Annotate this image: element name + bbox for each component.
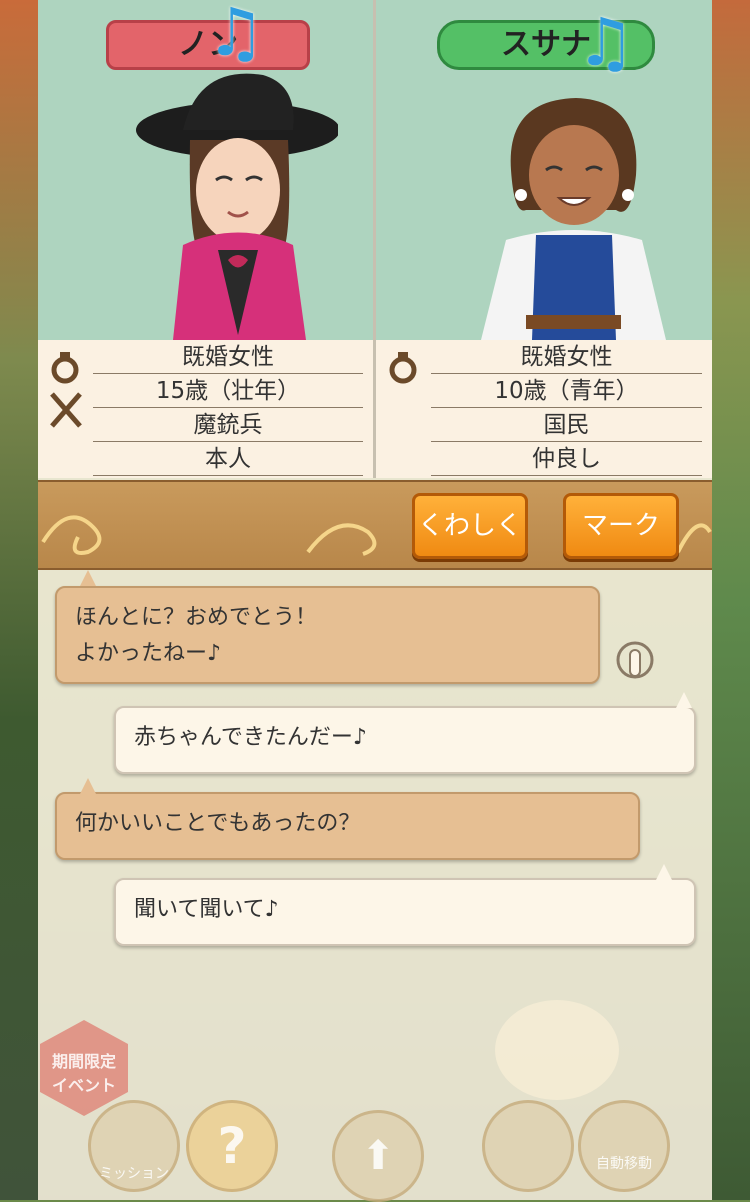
portrait-left: ノン ♫ — [38, 0, 373, 340]
info-table-right: 既婚女性 10歳（青年） 国民 仲良し — [376, 340, 712, 478]
tap-hand-icon[interactable] — [615, 640, 657, 684]
character-susana-figure — [481, 98, 666, 340]
info-age: 15歳（壮年） — [93, 374, 363, 408]
stained-glass-right — [712, 0, 750, 1200]
event-label-1: 期間限定 — [51, 1052, 116, 1071]
info-job: 国民 — [431, 408, 702, 442]
info-relation: 本人 — [93, 442, 363, 476]
portrait-right: スサナ ♫ — [376, 0, 712, 340]
help-icon: ? — [217, 1117, 247, 1175]
info-status: 既婚女性 — [431, 340, 702, 374]
ring-icon — [389, 352, 417, 384]
ring-icon — [51, 352, 79, 384]
event-label-2: イベント — [51, 1076, 116, 1095]
music-note-icon: ♫ — [206, 0, 266, 71]
help-button[interactable]: ? — [186, 1100, 278, 1192]
mission-button[interactable]: ミッション — [88, 1100, 180, 1192]
stained-glass-left — [0, 0, 38, 1200]
crossed-swords-icon — [50, 392, 82, 428]
chat-bubble-left: 何かいいことでもあったの？ — [55, 792, 640, 860]
chat-line: 聞いて聞いて♪ — [134, 897, 279, 922]
chat-line: 何かいいことでもあったの？ — [75, 811, 361, 836]
info-relation: 仲良し — [431, 442, 702, 476]
mark-button[interactable]: マーク — [563, 493, 679, 559]
action-button[interactable] — [482, 1100, 574, 1192]
bubble-tail — [80, 778, 96, 794]
mission-label: ミッション — [99, 1166, 169, 1182]
auto-move-button[interactable]: 自動移動 — [578, 1100, 670, 1192]
info-table-left: 既婚女性 15歳（壮年） 魔銃兵 本人 — [38, 340, 373, 478]
chat-line: 赤ちゃんできたんだー♪ — [134, 725, 367, 750]
details-button[interactable]: くわしく — [412, 493, 528, 559]
chat-line: よかったねー♪ — [75, 641, 222, 666]
bubble-tail — [676, 692, 692, 708]
bubble-tail — [656, 864, 672, 880]
chat-bubble-left: ほんとに？おめでとう！ よかったねー♪ — [55, 586, 600, 684]
bubble-tail — [80, 570, 96, 586]
chat-bubble-right: 赤ちゃんできたんだー♪ — [114, 706, 696, 774]
arrow-up-icon: ⬆ — [361, 1133, 395, 1179]
character-non-figure — [136, 73, 338, 340]
info-age: 10歳（青年） — [431, 374, 702, 408]
scroll-up-button[interactable]: ⬆ — [332, 1110, 424, 1202]
chat-bubble-right: 聞いて聞いて♪ — [114, 878, 696, 946]
auto-move-label: 自動移動 — [596, 1156, 652, 1172]
chat-line: ほんとに？おめでとう！ — [75, 605, 318, 630]
info-job: 魔銃兵 — [93, 408, 363, 442]
music-note-icon: ♫ — [576, 4, 636, 81]
bag-icon[interactable] — [495, 1000, 619, 1100]
info-status: 既婚女性 — [93, 340, 363, 374]
